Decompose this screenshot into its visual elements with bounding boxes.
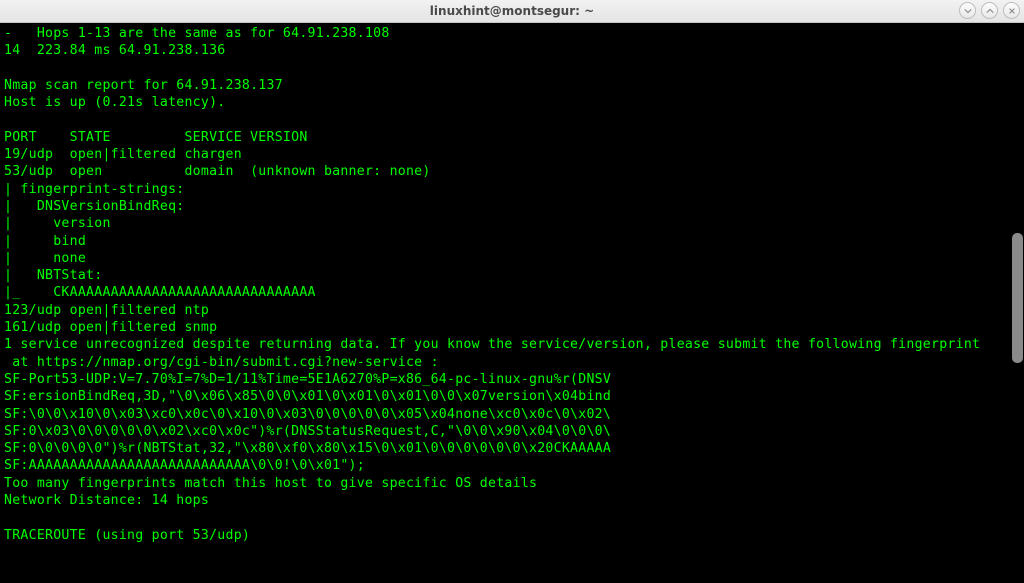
terminal-line: Host is up (0.21s latency). <box>4 95 226 110</box>
close-icon <box>1008 7 1016 15</box>
terminal-line: SF-Port53-UDP:V=7.70%I=7%D=1/11%Time=5E1… <box>4 372 611 387</box>
terminal-line: | NBTStat: <box>4 268 102 283</box>
terminal-line: 161/udp open|filtered snmp <box>4 320 217 335</box>
terminal-line: 14 223.84 ms 64.91.238.136 <box>4 43 226 58</box>
terminal-line: TRACEROUTE (using port 53/udp) <box>4 528 250 543</box>
minimize-button[interactable] <box>959 2 976 19</box>
window-controls <box>959 2 1020 19</box>
terminal-line: | version <box>4 216 111 231</box>
scrollbar-thumb[interactable] <box>1012 233 1023 363</box>
terminal-output[interactable]: - Hops 1-13 are the same as for 64.91.23… <box>0 23 1024 583</box>
terminal-line: - Hops 1-13 are the same as for 64.91.23… <box>4 26 390 41</box>
terminal-line: | fingerprint-strings: <box>4 182 184 197</box>
window-title: linuxhint@montsegur: ~ <box>430 4 594 18</box>
terminal-line: Too many fingerprints match this host to… <box>4 476 537 491</box>
window-titlebar: linuxhint@montsegur: ~ <box>0 0 1024 23</box>
terminal-line: SF:0\0\0\0\0")%r(NBTStat,32,"\x80\xf0\x8… <box>4 441 611 456</box>
terminal-line: | none <box>4 251 86 266</box>
terminal-line: 1 service unrecognized despite returning… <box>4 337 980 352</box>
terminal-line: SF:ersionBindReq,3D,"\0\x06\x85\0\0\x01\… <box>4 389 611 404</box>
scrollbar-track[interactable] <box>1011 23 1024 583</box>
close-button[interactable] <box>1003 2 1020 19</box>
terminal-line: | bind <box>4 234 86 249</box>
terminal-line: Network Distance: 14 hops <box>4 493 209 508</box>
terminal-line: SF:0\x03\0\0\0\0\0\x02\xc0\x0c")%r(DNSSt… <box>4 424 611 439</box>
maximize-button[interactable] <box>981 2 998 19</box>
chevron-down-icon <box>964 7 972 15</box>
terminal-line: SF:AAAAAAAAAAAAAAAAAAAAAAAAAAA\0\0!\0\x0… <box>4 458 365 473</box>
terminal-line: 19/udp open|filtered chargen <box>4 147 242 162</box>
terminal-line: SF:\0\0\x10\0\x03\xc0\x0c\0\x10\0\x03\0\… <box>4 407 611 422</box>
terminal-line: |_ CKAAAAAAAAAAAAAAAAAAAAAAAAAAAAAA <box>4 285 316 300</box>
terminal-line: Nmap scan report for 64.91.238.137 <box>4 78 283 93</box>
terminal-line: at https://nmap.org/cgi-bin/submit.cgi?n… <box>4 355 439 370</box>
terminal-line: 53/udp open domain (unknown banner: none… <box>4 164 431 179</box>
terminal-line: PORT STATE SERVICE VERSION <box>4 130 308 145</box>
chevron-up-icon <box>986 7 994 15</box>
terminal-line: | DNSVersionBindReq: <box>4 199 184 214</box>
terminal-line: 123/udp open|filtered ntp <box>4 303 209 318</box>
